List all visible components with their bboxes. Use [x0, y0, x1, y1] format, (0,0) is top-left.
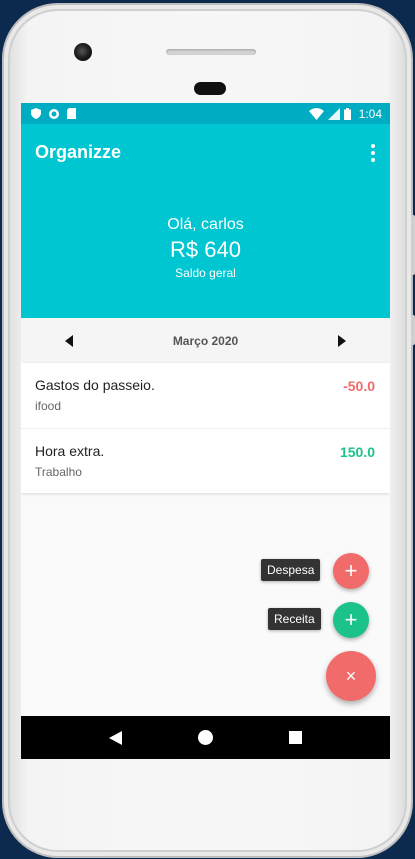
recents-square-icon — [288, 731, 302, 744]
power-button — [411, 315, 415, 345]
status-bar: 1:04 — [21, 103, 390, 124]
sync-icon — [49, 108, 59, 119]
volume-button — [411, 215, 415, 275]
battery-icon — [343, 107, 351, 120]
earpiece-speaker — [166, 49, 256, 55]
list-item[interactable]: Hora extra. Trabalho 150.0 — [21, 428, 390, 493]
list-item[interactable]: Gastos do passeio. ifood -50.0 — [21, 363, 390, 428]
signal-icon — [327, 107, 340, 120]
close-icon: × — [345, 665, 357, 686]
add-income-button[interactable]: + — [333, 602, 369, 638]
system-navigation-bar — [21, 716, 390, 759]
recents-button[interactable] — [283, 726, 307, 750]
home-circle-icon — [197, 730, 213, 745]
balance-label: Saldo geral — [175, 266, 236, 280]
plus-icon: + — [344, 558, 358, 583]
transaction-category: ifood — [35, 399, 62, 413]
wifi-icon — [308, 107, 324, 120]
close-fab-menu-button[interactable]: × — [326, 651, 376, 701]
balance-value: R$ 640 — [170, 237, 241, 262]
status-time: 1:04 — [358, 106, 382, 121]
arrow-left-icon — [65, 334, 73, 347]
arrow-right-icon — [338, 334, 346, 347]
app-screen: 1:04 Organizze Olá, carlos R$ 640 Saldo … — [21, 103, 390, 759]
app-header: Organizze Olá, carlos R$ 640 Saldo geral — [21, 124, 390, 318]
transaction-value: -50.0 — [343, 378, 375, 394]
expense-fab-label[interactable]: Despesa — [261, 559, 321, 581]
back-triangle-icon — [109, 730, 123, 745]
proximity-sensor — [194, 82, 226, 95]
transaction-title: Hora extra. — [35, 443, 105, 459]
front-camera — [74, 43, 92, 61]
home-button[interactable] — [193, 726, 217, 750]
month-label: Março 2020 — [172, 333, 239, 348]
plus-icon: + — [344, 607, 358, 632]
shield-icon — [31, 108, 41, 119]
greeting-text: Olá, carlos — [167, 216, 244, 233]
add-expense-button[interactable]: + — [333, 553, 369, 589]
app-title: Organizze — [35, 142, 122, 162]
transactions-list: Gastos do passeio. ifood -50.0 Hora extr… — [21, 363, 390, 493]
previous-month-button[interactable] — [63, 333, 75, 349]
back-button[interactable] — [104, 726, 128, 750]
sd-card-icon — [67, 108, 76, 119]
transaction-category: Trabalho — [35, 465, 82, 479]
transaction-value: 150.0 — [339, 444, 375, 460]
income-fab-label[interactable]: Receita — [268, 608, 321, 630]
transaction-title: Gastos do passeio. — [35, 377, 155, 393]
overflow-menu-icon[interactable] — [370, 144, 376, 162]
month-selector: Março 2020 — [21, 318, 390, 363]
next-month-button[interactable] — [336, 333, 348, 349]
